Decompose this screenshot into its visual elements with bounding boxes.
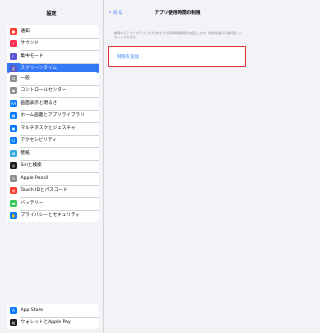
sidebar-item[interactable]: ◎ Siriと検索 xyxy=(7,159,99,173)
add-limit-button[interactable]: 制限を追加 xyxy=(117,54,139,60)
battery-icon: ▬ xyxy=(10,199,17,207)
settings-sidebar: 設定 ● 通知 ♪ サウンド ☾ 集中モード ⌛ スクリーンタイム ⚙ 一般 ◉ コントロールセンター… xyxy=(0,0,103,333)
fingerprint-icon: ◍ xyxy=(10,187,17,195)
sidebar-item[interactable]: ✿ 壁紙 xyxy=(7,147,99,160)
sidebar-item[interactable]: ▣ マルチタスクとジェスチャ xyxy=(7,122,99,135)
sidebar-item[interactable]: ◉ コントロールセンター xyxy=(7,84,99,98)
wallet-icon: ▤ xyxy=(10,319,17,327)
settings-group: A App Store ▤ ウォレットとApple Pay xyxy=(7,304,99,329)
speaker-icon: ♪ xyxy=(10,40,17,48)
appstore-icon: A xyxy=(10,306,17,314)
sidebar-item-label: マルチタスクとジェスチャ xyxy=(20,125,76,131)
detail-pane: ‹ 戻る アプリ使用時間の制限 制限するアプリカテゴリの1日あたりの使用時間制限… xyxy=(103,0,250,333)
page-title: アプリ使用時間の制限 xyxy=(154,11,201,16)
sidebar-item[interactable]: ⚙ 一般 xyxy=(7,72,99,85)
sidebar-item-label: Touch IDとパスコード xyxy=(20,188,68,193)
sidebar-item[interactable]: ◍ Touch IDとパスコード xyxy=(7,184,99,198)
sidebar-item[interactable]: A App Store xyxy=(7,304,99,317)
sidebar-item-label: コントロールセンター xyxy=(20,88,67,93)
pencil-icon: ✎ xyxy=(10,174,17,182)
add-limit-card: 制限を追加 xyxy=(108,46,246,67)
sidebar-item[interactable]: ▤ ウォレットとApple Pay xyxy=(7,316,99,330)
sidebar-item-label: App Store xyxy=(20,307,44,313)
sidebar-item[interactable]: ▬ バッテリー xyxy=(7,197,99,210)
siri-icon: ◎ xyxy=(10,162,17,170)
brightness-icon: AA xyxy=(10,99,17,107)
multitask-icon: ▣ xyxy=(10,124,17,132)
switches-icon: ◉ xyxy=(10,87,17,95)
bell-icon: ● xyxy=(10,27,17,35)
sidebar-item[interactable]: ♪ サウンド xyxy=(7,37,99,51)
hand-icon: ✋ xyxy=(10,212,17,220)
sidebar-item-label: 一般 xyxy=(20,75,30,81)
nav-bar: ‹ 戻る アプリ使用時間の制限 xyxy=(104,9,251,17)
sidebar-item-label: ウォレットとApple Pay xyxy=(20,320,71,325)
sidebar-item-label: バッテリー xyxy=(20,200,44,206)
sidebar-item[interactable]: ✋ プライバシーとセキュリティ xyxy=(7,209,99,223)
sidebar-item-label: ホーム画面とアプリライブラリ xyxy=(20,113,85,118)
sidebar-item[interactable]: ☾ 集中モード xyxy=(7,50,99,63)
sidebar-item-label: Apple Pencil xyxy=(20,175,49,181)
sidebar-item-label: Siriと検索 xyxy=(20,163,42,168)
gear-icon: ⚙ xyxy=(10,74,17,82)
sidebar-item-label: 壁紙 xyxy=(20,150,30,156)
sidebar-item-label: 画面表示と明るさ xyxy=(20,100,58,106)
sidebar-item[interactable]: ▦ ホーム画面とアプリライブラリ xyxy=(7,109,99,123)
sidebar-item-label: サウンド xyxy=(20,41,39,46)
sidebar-item-label: 集中モード xyxy=(20,53,44,59)
sidebar-item-label: 通知 xyxy=(20,28,30,34)
sidebar-item-label: アクセシビリティ xyxy=(20,138,57,143)
settings-group: ● 通知 ♪ サウンド ☾ 集中モード ⌛ スクリーンタイム xyxy=(7,25,99,75)
sidebar-item-label: プライバシーとセキュリティ xyxy=(20,213,80,218)
sidebar-item[interactable]: ✎ Apple Pencil xyxy=(7,172,99,185)
sidebar-title: 設定 xyxy=(46,11,57,17)
sidebar-item-label: スクリーンタイム xyxy=(20,66,57,71)
wallpaper-icon: ✿ xyxy=(10,149,17,157)
sidebar-item[interactable]: AA 画面表示と明るさ xyxy=(7,97,99,110)
home-grid-icon: ▦ xyxy=(10,112,17,120)
description-text: 制限するアプリカテゴリの1日あたりの使用時間制限を設定します。制限は毎日午前0時… xyxy=(114,31,242,40)
sidebar-item[interactable]: ● 通知 xyxy=(7,25,99,38)
settings-group: ⚙ 一般 ◉ コントロールセンター AA 画面表示と明るさ ▦ ホーム画面とアプリライブラリ ▣… xyxy=(7,72,99,222)
moon-icon: ☾ xyxy=(10,52,17,60)
sidebar-item[interactable]: ☺ アクセシビリティ xyxy=(7,134,99,148)
accessibility-icon: ☺ xyxy=(10,137,17,145)
